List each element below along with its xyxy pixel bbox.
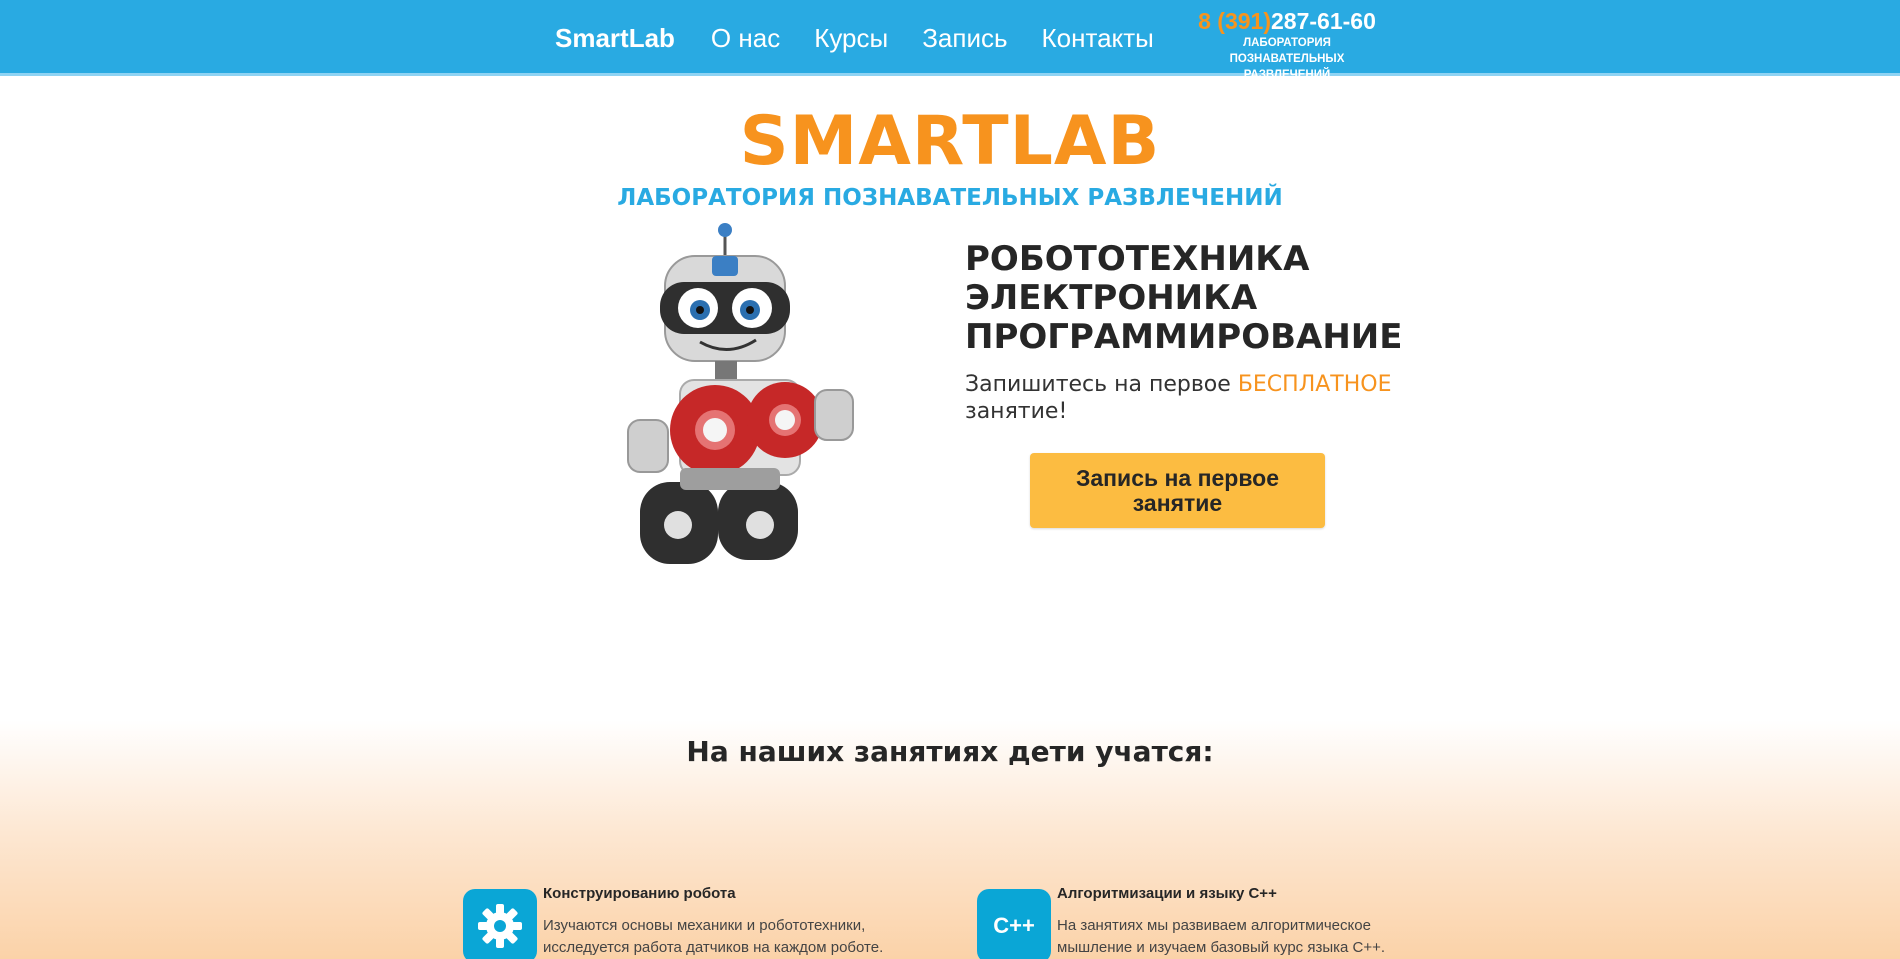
- invite-highlight-free: БЕСПЛАТНОЕ: [1237, 372, 1392, 397]
- main-nav: SmartLab О нас Курсы Запись Контакты: [555, 0, 1188, 76]
- logo-subtitle: ЛАБОРАТОРИЯ ПОЗНАВАТЕЛЬНЫХ РАЗВЛЕЧЕНИЙ: [617, 185, 1283, 211]
- phone-main: 287-61-60: [1271, 8, 1376, 34]
- learn-section-title: На наших занятиях дети учатся:: [686, 735, 1214, 768]
- robot-illustration: [627, 223, 854, 564]
- nav-link-signup[interactable]: Запись: [922, 23, 1007, 54]
- feature-description: На занятиях мы развиваем алгоритмическое…: [1057, 917, 1386, 956]
- hero-text-block: РОБОТОТЕХНИКА ЭЛЕКТРОНИКА ПРОГРАММИРОВАН…: [965, 240, 1415, 425]
- logo-title: SMARTLAB: [739, 102, 1161, 181]
- hero-invite: Запишитесь на первое БЕСПЛАТНОЕ занятие!: [965, 371, 1395, 425]
- top-navigation-bar: SmartLab О нас Курсы Запись Контакты 8 (…: [0, 0, 1900, 81]
- brand-link[interactable]: SmartLab: [555, 23, 675, 54]
- cpp-icon: C++: [977, 889, 1051, 959]
- hero-line-electronics: ЭЛЕКТРОНИКА: [965, 278, 1258, 318]
- invite-text-start: Запишитесь на первое: [965, 372, 1238, 397]
- nav-link-contacts[interactable]: Контакты: [1042, 23, 1154, 54]
- hero-line-robotics: РОБОТОТЕХНИКА: [965, 239, 1310, 279]
- invite-text-end: занятие!: [965, 399, 1068, 424]
- header-tagline: ЛАБОРАТОРИЯ ПОЗНАВАТЕЛЬНЫХ РАЗВЛЕЧЕНИЙ: [1229, 37, 1345, 81]
- signup-first-lesson-button[interactable]: Запись на первое занятие: [1030, 453, 1325, 528]
- cpp-icon-text: C++: [993, 913, 1035, 938]
- phone-code: 8 (391): [1198, 8, 1271, 34]
- feature-title: Конструированию робота: [543, 885, 736, 902]
- phone-number[interactable]: 8 (391)287-61-60: [1192, 8, 1382, 35]
- nav-link-courses[interactable]: Курсы: [814, 23, 888, 54]
- gear-icon: [463, 889, 537, 959]
- feature-title: Алгоритмизации и языку С++: [1057, 885, 1277, 902]
- hero-headline: РОБОТОТЕХНИКА ЭЛЕКТРОНИКА ПРОГРАММИРОВАН…: [965, 240, 1415, 357]
- feature-description: Изучаются основы механики и робототехник…: [543, 917, 884, 956]
- header-contact: 8 (391)287-61-60 ЛАБОРАТОРИЯ ПОЗНАВАТЕЛЬ…: [1192, 8, 1382, 83]
- nav-link-about[interactable]: О нас: [711, 23, 780, 54]
- hero-line-programming: ПРОГРАММИРОВАНИЕ: [965, 317, 1403, 357]
